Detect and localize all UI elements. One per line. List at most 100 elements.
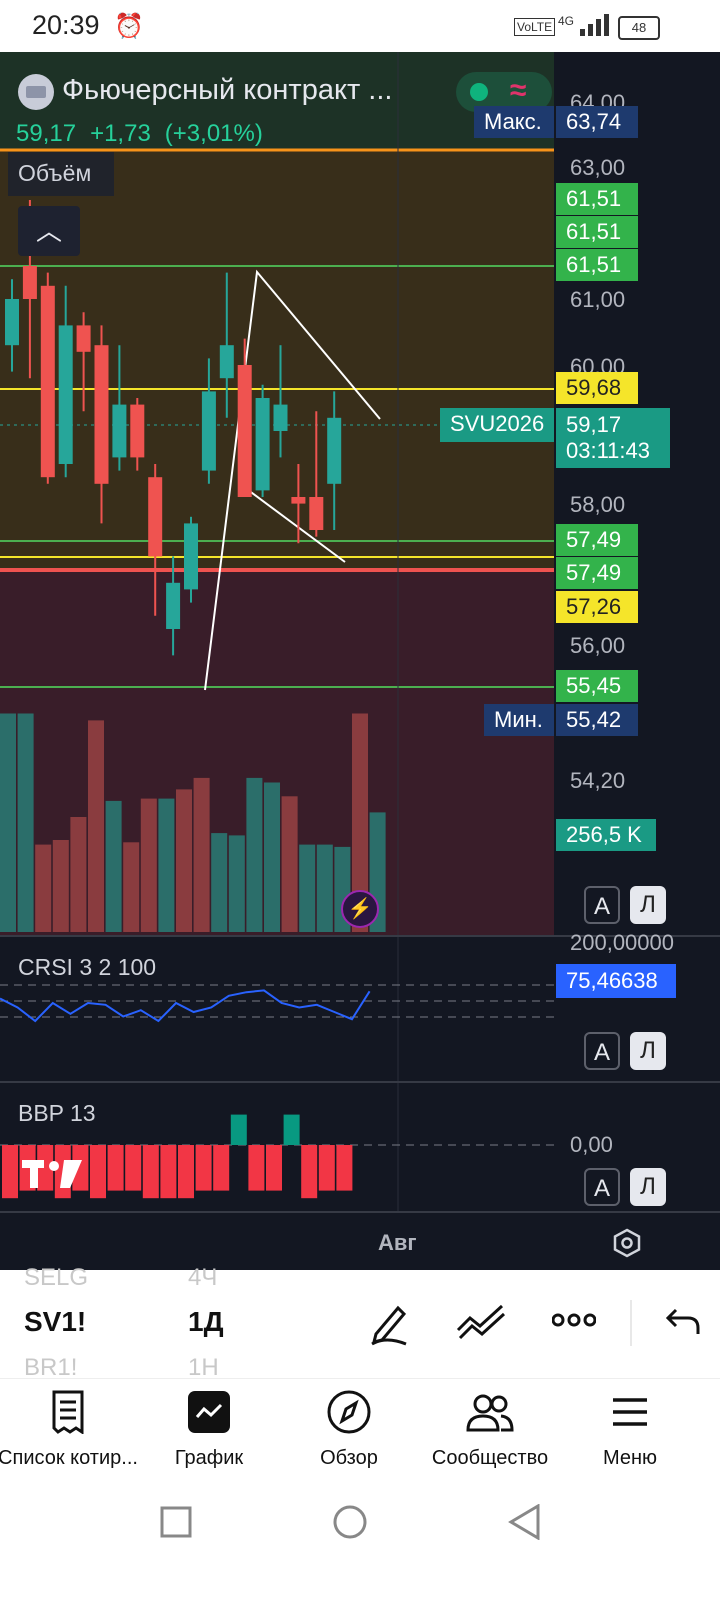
volume-bar bbox=[299, 844, 316, 932]
trendline-tool-icon[interactable] bbox=[456, 1304, 506, 1345]
log-scale-button[interactable]: Л bbox=[630, 1032, 666, 1070]
volume-value-tag: 256,5 K bbox=[556, 819, 656, 851]
candle-body bbox=[22, 266, 37, 299]
bbp-bar bbox=[90, 1145, 106, 1199]
more-options-icon[interactable] bbox=[551, 1310, 597, 1335]
volume-bar bbox=[211, 833, 228, 932]
drawing-pen-icon[interactable] bbox=[368, 1300, 410, 1351]
candle-body bbox=[201, 391, 216, 471]
candle-body bbox=[291, 497, 306, 504]
volume-bar bbox=[176, 789, 192, 932]
delayed-data-icon: ≈ bbox=[510, 74, 527, 107]
system-nav-bar bbox=[0, 1488, 720, 1612]
tab-label: Список котир... bbox=[0, 1447, 138, 1469]
toolbar-divider bbox=[630, 1300, 632, 1346]
silver-logo-icon bbox=[18, 74, 54, 110]
tradingview-logo-icon bbox=[20, 1156, 88, 1190]
level-tag: 57,26 bbox=[556, 591, 638, 623]
recent-apps-icon[interactable] bbox=[160, 1506, 192, 1538]
candle-body bbox=[184, 523, 198, 590]
timeframe-picker[interactable]: 1Д bbox=[188, 1306, 224, 1338]
symbol-name[interactable]: Фьючерсный контракт ... bbox=[62, 74, 392, 107]
bar-countdown: 03:11:43 bbox=[566, 438, 651, 463]
level-tag: 59,68 bbox=[556, 372, 638, 404]
candle-body bbox=[219, 345, 234, 379]
symbol-picker[interactable]: SV1! bbox=[24, 1306, 86, 1338]
status-time: 20:39 bbox=[32, 10, 100, 40]
network-gen: 4G bbox=[558, 14, 575, 28]
volume-bar bbox=[52, 840, 69, 932]
candle-body bbox=[112, 404, 127, 458]
min-value: 55,42 bbox=[556, 704, 638, 736]
timeframe-picker-prev[interactable]: 4Ч bbox=[188, 1264, 217, 1292]
volume-bar bbox=[228, 835, 245, 932]
symbol-price-row: 59,17 +1,73 (+3,01%) bbox=[16, 120, 277, 148]
log-scale-button[interactable]: Л bbox=[630, 1168, 666, 1206]
ticker-tag: SVU2026 bbox=[440, 408, 554, 442]
tab-label: График bbox=[174, 1447, 244, 1469]
max-value: 63,74 bbox=[556, 106, 638, 138]
candle-body bbox=[309, 497, 324, 530]
auto-scale-button[interactable]: А bbox=[584, 1032, 620, 1070]
volume-bar bbox=[35, 844, 52, 932]
volume-bar bbox=[193, 777, 210, 932]
last-price: 59,17 bbox=[16, 120, 77, 147]
settings-hexagon-icon[interactable] bbox=[612, 1228, 642, 1263]
undo-icon[interactable] bbox=[665, 1306, 700, 1341]
market-open-dot-icon bbox=[470, 83, 488, 101]
axis-tick: 63,00 bbox=[570, 155, 626, 180]
bbp-bar bbox=[142, 1145, 159, 1199]
signal-icon bbox=[580, 14, 609, 36]
bbp-bar bbox=[336, 1145, 353, 1191]
volume-legend[interactable]: Объём bbox=[8, 152, 114, 196]
auto-scale-button[interactable]: А bbox=[584, 886, 620, 924]
tab-label: Меню bbox=[602, 1447, 658, 1469]
tab-chart[interactable]: График bbox=[137, 1387, 281, 1470]
level-tag: 61,51 bbox=[556, 249, 638, 281]
list-document-icon bbox=[52, 1390, 84, 1434]
volume-bar bbox=[0, 713, 16, 932]
level-tag: 61,51 bbox=[556, 183, 638, 215]
bbp-bar bbox=[107, 1145, 124, 1191]
volume-bar bbox=[316, 844, 333, 932]
crsi-label[interactable]: CRSI 3 2 100 bbox=[18, 954, 156, 981]
level-tag: 57,49 bbox=[556, 524, 638, 556]
candle-body bbox=[5, 299, 19, 346]
volte-indicator: VoLTE bbox=[514, 18, 556, 36]
current-price-tag: 59,17 03:11:43 bbox=[556, 408, 670, 468]
volume-bar bbox=[17, 713, 34, 932]
tab-label: Обзор bbox=[320, 1447, 378, 1469]
collapse-legend-button[interactable]: ︿ bbox=[18, 206, 80, 256]
level-tag: 57,49 bbox=[556, 557, 638, 589]
status-bar: 20:39 ⏰ VoLTE 4G 48 bbox=[0, 0, 720, 52]
candle-body bbox=[76, 325, 91, 352]
people-icon bbox=[466, 1394, 514, 1432]
crsi-line bbox=[0, 989, 371, 1023]
chart-area[interactable]: Фьючерсный контракт ... ≈ 59,17 +1,73 (+3,… bbox=[0, 52, 720, 1308]
tab-explore[interactable]: Обзор bbox=[277, 1387, 421, 1470]
candle-body bbox=[58, 325, 73, 464]
auto-scale-button[interactable]: А bbox=[584, 1168, 620, 1206]
chart-icon bbox=[188, 1391, 230, 1433]
bbp-bar bbox=[213, 1145, 230, 1191]
current-price-value: 59,17 bbox=[566, 412, 622, 437]
price-change-pct: (+3,01%) bbox=[164, 120, 263, 147]
lightning-icon[interactable]: ⚡ bbox=[341, 890, 379, 928]
home-icon[interactable] bbox=[332, 1504, 368, 1540]
axis-tick: 61,00 bbox=[570, 287, 626, 312]
volume-bar bbox=[281, 796, 298, 932]
symbol-picker-prev[interactable]: SELG bbox=[24, 1264, 88, 1292]
tab-community[interactable]: Сообщество bbox=[418, 1387, 562, 1470]
bbp-bar bbox=[301, 1145, 318, 1199]
tab-menu[interactable]: Меню bbox=[558, 1387, 702, 1470]
chart-toolbar: SELG 4Ч SV1! 1Д BR1! 1Н bbox=[0, 1264, 720, 1381]
tab-watchlist[interactable]: Список котир... bbox=[0, 1387, 140, 1470]
candle-body bbox=[327, 417, 342, 484]
back-icon[interactable] bbox=[508, 1504, 542, 1540]
volume-bar bbox=[140, 798, 157, 932]
candle-body bbox=[255, 398, 270, 491]
bbp-label[interactable]: BBP 13 bbox=[18, 1100, 96, 1127]
bbp-bar bbox=[266, 1145, 282, 1191]
candle-body bbox=[148, 477, 163, 557]
log-scale-button[interactable]: Л bbox=[630, 886, 666, 924]
